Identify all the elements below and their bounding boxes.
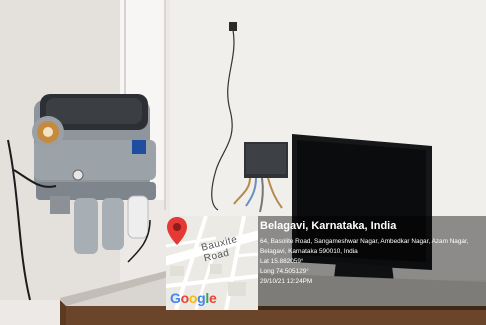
map-thumbnail: Bauxite Road Google <box>166 216 258 310</box>
photo: Bauxite Road Google Belagavi, Karnataka,… <box>0 0 486 325</box>
geotag-address: 64, Basolite Road, Sangameshwar Nagar, A… <box>260 238 469 255</box>
geotag-datetime: 29/10/21 12:24PM <box>260 278 313 285</box>
location-pin-icon <box>167 217 187 245</box>
geotag-city: Belagavi, Karnataka, India <box>260 220 397 232</box>
geotag-panel: Belagavi, Karnataka, India 64, Basolite … <box>258 216 486 310</box>
wall-hook <box>229 22 237 31</box>
geotag-latitude: Lat 15.882059° <box>260 258 304 265</box>
google-logo: Google <box>170 290 217 306</box>
geotag-longitude: Long 74.505129° <box>260 268 309 275</box>
